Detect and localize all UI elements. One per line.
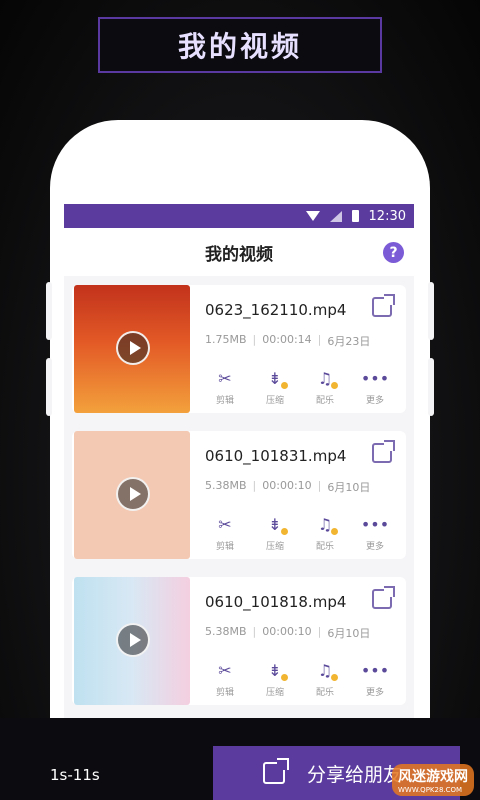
phone-side-button	[428, 282, 434, 340]
video-thumbnail[interactable]	[74, 431, 190, 559]
video-duration: 00:00:14	[262, 333, 312, 346]
more-button[interactable]: ••• 更多	[355, 369, 395, 406]
vip-badge-icon	[280, 528, 288, 535]
video-date: 6月10日	[327, 481, 371, 494]
status-bar: 12:30	[64, 204, 414, 228]
video-size: 5.38MB	[205, 479, 247, 492]
more-dots-icon: •••	[360, 515, 390, 534]
video-filename: 0610_101818.mp4	[205, 593, 347, 611]
more-button[interactable]: ••• 更多	[355, 515, 395, 552]
video-actions: ✂ 剪辑 ⇟ 压缩 ♫ 配乐 ••• 更多	[205, 661, 395, 698]
app-screen: 我的视频 ? 0623_162110.mp4 1.75MB | 00:00:14 |…	[64, 228, 414, 718]
compress-button[interactable]: ⇟ 压缩	[255, 661, 295, 698]
cut-button[interactable]: ✂ 剪辑	[205, 515, 245, 552]
battery-icon	[351, 210, 359, 222]
signal-icon	[329, 210, 342, 222]
play-icon[interactable]	[116, 477, 150, 511]
video-thumbnail[interactable]	[74, 285, 190, 413]
share-icon[interactable]	[372, 440, 395, 463]
video-meta: 1.75MB | 00:00:14 | 6月23日	[205, 333, 371, 348]
music-note-icon: ♫	[318, 661, 339, 681]
cut-button[interactable]: ✂ 剪辑	[205, 369, 245, 406]
scissors-icon: ✂	[218, 661, 232, 680]
compress-icon: ⇟	[268, 661, 288, 681]
scissors-icon: ✂	[218, 369, 232, 388]
video-filename: 0623_162110.mp4	[205, 301, 347, 319]
music-button[interactable]: ♫ 配乐	[305, 661, 345, 698]
promo-banner-title: 我的视频	[98, 17, 382, 73]
music-button[interactable]: ♫ 配乐	[305, 515, 345, 552]
page-title: 我的视频	[205, 244, 273, 265]
wifi-icon	[305, 211, 320, 221]
compress-icon: ⇟	[268, 515, 288, 535]
video-date: 6月23日	[327, 335, 371, 348]
play-icon[interactable]	[116, 623, 150, 657]
share-icon[interactable]	[372, 586, 395, 609]
site-watermark: 风迷游戏网 WWW.QPK28.COM	[392, 764, 474, 796]
video-actions: ✂ 剪辑 ⇟ 压缩 ♫ 配乐 ••• 更多	[205, 369, 395, 406]
video-actions: ✂ 剪辑 ⇟ 压缩 ♫ 配乐 ••• 更多	[205, 515, 395, 552]
help-icon[interactable]: ?	[383, 242, 404, 263]
vip-badge-icon	[331, 528, 339, 535]
scissors-icon: ✂	[218, 515, 232, 534]
compress-button[interactable]: ⇟ 压缩	[255, 369, 295, 406]
vip-badge-icon	[280, 382, 288, 389]
compress-icon: ⇟	[268, 369, 288, 389]
video-card[interactable]: 0610_101831.mp4 5.38MB | 00:00:10 | 6月10日 …	[72, 431, 406, 559]
more-dots-icon: •••	[360, 369, 390, 388]
video-date: 6月10日	[327, 627, 371, 640]
duration-range-label: 1s-11s	[50, 766, 100, 784]
music-button[interactable]: ♫ 配乐	[305, 369, 345, 406]
vip-badge-icon	[280, 674, 288, 681]
video-duration: 00:00:10	[262, 479, 312, 492]
cut-button[interactable]: ✂ 剪辑	[205, 661, 245, 698]
more-button[interactable]: ••• 更多	[355, 661, 395, 698]
phone-side-button	[46, 282, 52, 340]
share-button-label: 分享给朋友	[307, 763, 403, 786]
music-note-icon: ♫	[318, 369, 339, 389]
phone-side-button	[46, 358, 52, 416]
video-filename: 0610_101831.mp4	[205, 447, 347, 465]
play-icon[interactable]	[116, 331, 150, 365]
app-bar: 我的视频 ?	[64, 228, 414, 276]
vip-badge-icon	[331, 674, 339, 681]
share-icon[interactable]	[372, 294, 395, 317]
vip-badge-icon	[331, 382, 339, 389]
compress-button[interactable]: ⇟ 压缩	[255, 515, 295, 552]
phone-side-button	[428, 358, 434, 416]
video-duration: 00:00:10	[262, 625, 312, 638]
more-dots-icon: •••	[360, 661, 390, 680]
status-time: 12:30	[368, 208, 406, 224]
video-size: 1.75MB	[205, 333, 247, 346]
share-icon	[263, 758, 289, 784]
video-meta: 5.38MB | 00:00:10 | 6月10日	[205, 479, 371, 494]
video-card[interactable]: 0610_101818.mp4 5.38MB | 00:00:10 | 6月10日 …	[72, 577, 406, 705]
video-card[interactable]: 0623_162110.mp4 1.75MB | 00:00:14 | 6月23日 …	[72, 285, 406, 413]
video-thumbnail[interactable]	[74, 577, 190, 705]
video-size: 5.38MB	[205, 625, 247, 638]
music-note-icon: ♫	[318, 515, 339, 535]
video-meta: 5.38MB | 00:00:10 | 6月10日	[205, 625, 371, 640]
